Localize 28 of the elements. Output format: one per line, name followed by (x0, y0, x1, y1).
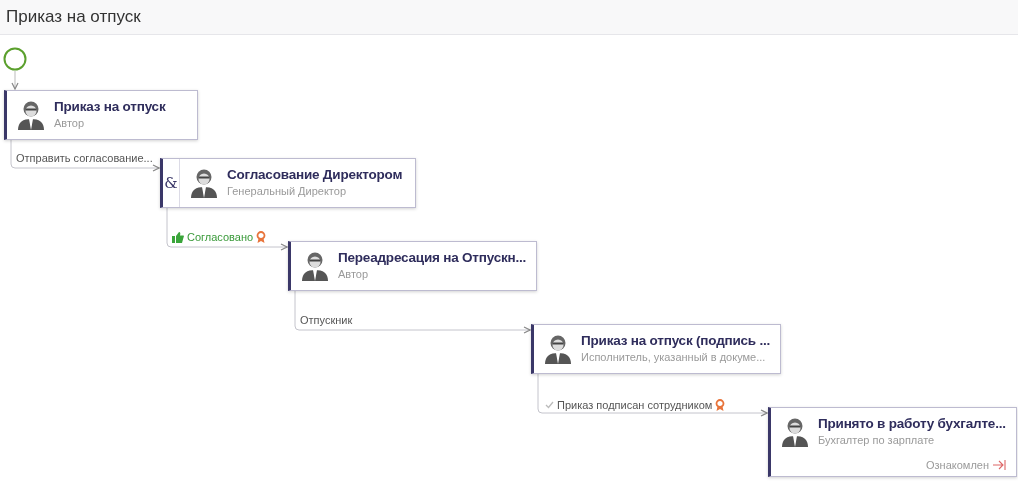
task-role: Бухгалтер по зарплате (818, 434, 936, 446)
transition-label: Отпускник (300, 314, 353, 326)
task-title: Согласование Директором (227, 167, 403, 182)
connector-arrow (11, 70, 19, 90)
task-node[interactable]: Принято в работу бухгалте... Бухгалтер по зарплате Ознакомлен (768, 407, 1017, 477)
exit-arrow-icon (993, 460, 1006, 470)
task-status: Ознакомлен (925, 459, 989, 471)
task-node[interactable]: Приказ на отпуск (подпись ... Исполнитель, указанный в докуме... (531, 324, 782, 374)
thumbs-up-icon (172, 231, 184, 243)
page-title: Приказ на отпуск (6, 7, 141, 27)
transition-label: Приказ подписан сотрудником (557, 399, 713, 411)
transition-label: Отправить согласование... (16, 152, 153, 164)
task-node[interactable]: Переадресация на Отпускн... Автор (288, 241, 538, 291)
check-icon (545, 401, 554, 409)
task-title: Принято в работу бухгалте... (818, 416, 1006, 431)
transition-label: Согласовано (187, 231, 254, 243)
task-title: Приказ на отпуск (подпись ... (581, 333, 771, 348)
start-event (3, 47, 27, 71)
task-node[interactable]: & Согласование Директором Генеральный Директор (160, 158, 416, 208)
task-role: Исполнитель, указанный в докуме... (581, 351, 767, 363)
task-role: Автор (338, 268, 370, 280)
task-role: Автор (54, 117, 86, 129)
task-title: Приказ на отпуск (54, 99, 166, 114)
task-title: Переадресация на Отпускн... (338, 250, 527, 265)
task-node[interactable]: Приказ на отпуск Автор (4, 90, 198, 140)
task-role: Генеральный Директор (227, 185, 347, 197)
award-icon (715, 399, 726, 411)
award-icon (256, 231, 267, 243)
